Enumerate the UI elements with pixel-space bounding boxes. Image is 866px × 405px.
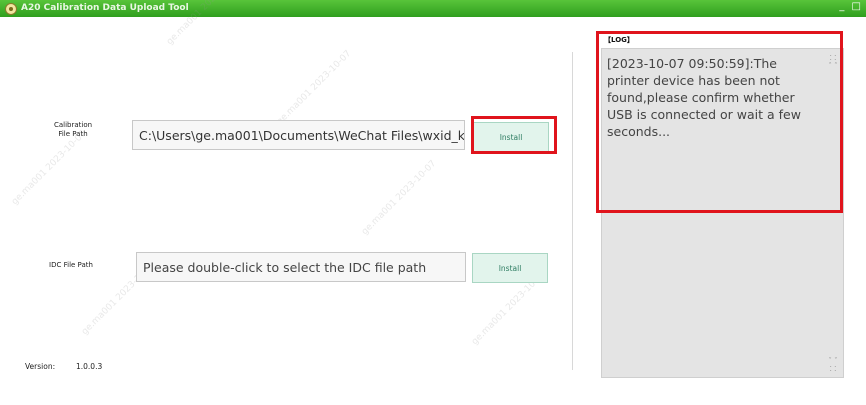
scroll-down-icon[interactable]: ˇ ˇ ⁚ ⁚	[825, 357, 841, 373]
idc-path-label: IDC File Path	[49, 261, 93, 269]
window-controls[interactable]: _ □	[839, 1, 863, 12]
title-bar[interactable]: A20 Calibration Data Upload Tool _ □	[0, 0, 866, 17]
calibration-label-line2: File Path	[58, 130, 88, 138]
calibration-install-button[interactable]: Install	[473, 122, 549, 152]
idc-path-input[interactable]: Please double-click to select the IDC fi…	[136, 252, 466, 282]
idc-install-button[interactable]: Install	[472, 253, 548, 283]
watermark: ge.ma001 2023-10-07	[360, 158, 439, 238]
calibration-label-line1: Calibration	[53, 121, 93, 129]
scroll-up-icon[interactable]: ⁚ ⁚ ˆ ˆ	[825, 54, 841, 70]
watermark: ge.ma001 2023-10-07	[10, 128, 89, 208]
window-title: A20 Calibration Data Upload Tool	[21, 3, 189, 13]
log-title: 【LOG】	[604, 36, 634, 44]
watermark: ge.ma001 2023-10-07	[275, 48, 354, 128]
version-value: 1.0.0.3	[76, 362, 103, 371]
log-panel[interactable]: [2023-10-07 09:50:59]:The printer device…	[601, 48, 844, 378]
log-message: [2023-10-07 09:50:59]:The printer device…	[607, 56, 801, 139]
panel-divider	[572, 52, 573, 370]
app-window: A20 Calibration Data Upload Tool _ □ ge.…	[0, 0, 866, 405]
calibration-path-input[interactable]: C:\Users\ge.ma001\Documents\WeChat Files…	[132, 120, 465, 150]
calibration-path-label: Calibration File Path	[48, 121, 98, 139]
version-label: Version:	[25, 362, 56, 371]
app-logo-icon	[5, 3, 17, 15]
